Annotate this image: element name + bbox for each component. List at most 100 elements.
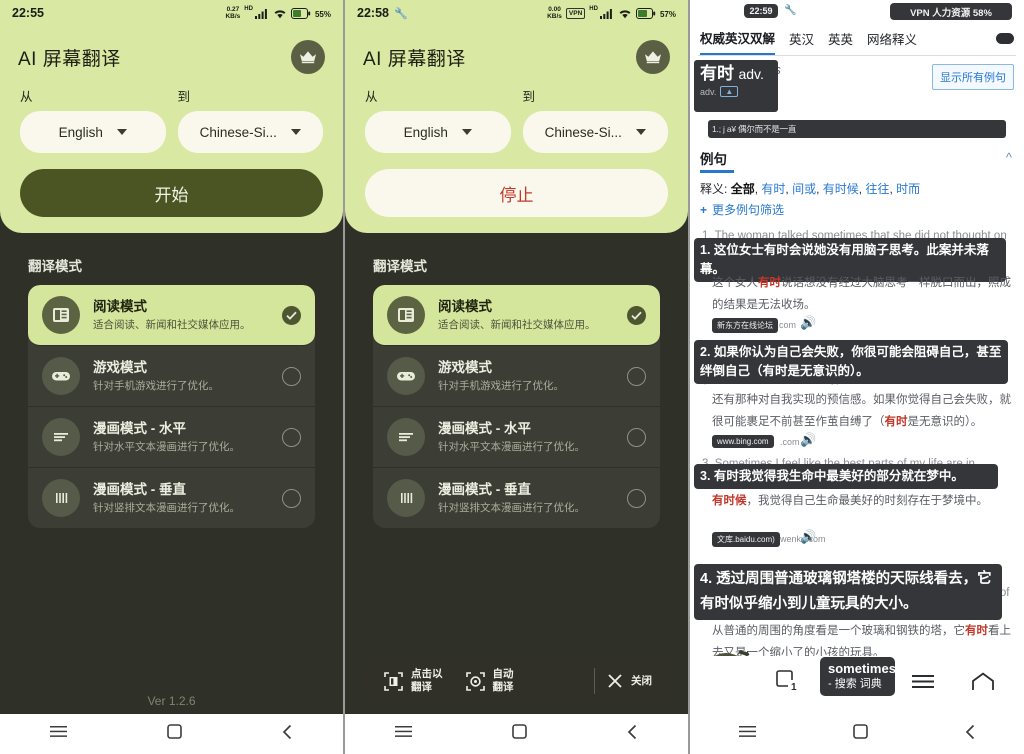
- mode-text: 漫画模式 - 垂直 针对竖排文本漫画进行了优化。: [93, 481, 269, 516]
- square-icon[interactable]: [167, 724, 182, 744]
- chevron-down-icon: [116, 129, 127, 135]
- more-filter-link[interactable]: + 更多例句筛选: [700, 201, 784, 218]
- speaker-icon[interactable]: 🔊: [800, 529, 816, 545]
- auto-translate-button[interactable]: 自动 翻译: [465, 668, 514, 694]
- crown-icon-button[interactable]: [636, 40, 670, 74]
- mode-list-2: 阅读模式 适合阅读、新闻和社交媒体应用。 游戏模式 针对手机游戏进行了优化。 漫…: [373, 285, 660, 528]
- mode-radio-selected[interactable]: [627, 305, 646, 325]
- mode-item-comic-vertical[interactable]: 漫画模式 - 垂直 针对竖排文本漫画进行了优化。: [373, 468, 660, 528]
- mode-radio[interactable]: [627, 427, 646, 447]
- from-language-value: English: [58, 124, 103, 140]
- shiyi-v2[interactable]: 间或: [792, 182, 816, 196]
- from-language-select[interactable]: English: [20, 111, 166, 153]
- mode-item-comic-horizontal[interactable]: 漫画模式 - 水平 针对水平文本漫画进行了优化。: [373, 407, 660, 468]
- mode-radio[interactable]: [282, 427, 301, 447]
- to-language-select[interactable]: Chinese-Si...: [177, 111, 323, 153]
- mode-item-reading[interactable]: 阅读模式 适合阅读、新闻和社交媒体应用。: [28, 285, 315, 346]
- search-overlay[interactable]: sometimes - 搜索 词典: [820, 657, 896, 696]
- mode-desc: 针对竖排文本漫画进行了优化。: [93, 501, 240, 514]
- phone-panel-1: 22:55 0.27 KB/s HD 55% AI 屏幕翻译 从 English…: [0, 0, 343, 754]
- menu-icon[interactable]: [50, 725, 67, 743]
- to-label: 到: [177, 90, 191, 104]
- status-time: 22:55: [12, 6, 44, 20]
- example-translation-overlay: 3. 有时我觉得我生命中最美好的部分就在梦中。: [694, 464, 998, 489]
- mode-item-game[interactable]: 游戏模式 针对手机游戏进行了优化。: [373, 346, 660, 407]
- mode-radio[interactable]: [627, 488, 646, 508]
- start-button[interactable]: 开始: [20, 169, 323, 217]
- chevron-up-icon[interactable]: ^: [1006, 150, 1012, 165]
- article-icon: [42, 296, 80, 334]
- app-title: AI 屏幕翻译: [363, 48, 466, 70]
- to-language-value: Chinese-Si...: [544, 124, 622, 140]
- to-language-select[interactable]: Chinese-Si...: [522, 111, 668, 153]
- shiyi-v4[interactable]: 往往: [865, 182, 889, 196]
- tab-overflow-pill[interactable]: [996, 33, 1014, 44]
- back-icon[interactable]: [965, 724, 976, 745]
- square-icon[interactable]: [512, 724, 527, 744]
- example-translation-overlay: 2. 如果你认为自己会失败，你很可能会阻碍自己，甚至绊倒自己（有时是无意识的）。: [694, 340, 1008, 384]
- mode-text: 阅读模式 适合阅读、新闻和社交媒体应用。: [438, 298, 614, 333]
- shiyi-label: 释义:: [700, 182, 728, 196]
- home-icon[interactable]: [971, 672, 995, 697]
- menu-icon[interactable]: [395, 725, 412, 743]
- headword-sub: adv. ▲: [700, 86, 772, 97]
- search-overlay-title: sometimes: [828, 661, 896, 676]
- mode-text: 漫画模式 - 垂直 针对竖排文本漫画进行了优化。: [438, 481, 614, 516]
- shiyi-v3[interactable]: 有时候: [823, 182, 859, 196]
- mode-radio[interactable]: [627, 366, 646, 386]
- example-translation-overlay: 4. 透过周围普通玻璃钢塔楼的天际线看去，它有时似乎缩小到儿童玩具的大小。: [694, 564, 1002, 620]
- plus-icon: +: [700, 203, 708, 217]
- header-card-1: 22:55 0.27 KB/s HD 55% AI 屏幕翻译 从 English…: [0, 0, 343, 233]
- mode-item-game[interactable]: 游戏模式 针对手机游戏进行了优化。: [28, 346, 315, 407]
- definition-overlay: 1.; j a¥ 偶尔而不是一直: [708, 120, 1006, 138]
- crown-icon: [300, 51, 316, 64]
- floating-capture-bar: 点击以 翻译 自动 翻译 关闭: [361, 658, 672, 704]
- mode-name: 游戏模式: [438, 359, 492, 375]
- horizontal-lines-icon: [42, 418, 80, 456]
- mode-name: 漫画模式 - 水平: [93, 420, 186, 436]
- show-all-examples-button[interactable]: 显示所有例句: [932, 64, 1014, 90]
- headword-overlay-line: 有时 adv.: [700, 63, 772, 84]
- back-icon[interactable]: [282, 724, 293, 745]
- tab-authoritative[interactable]: 权威英汉双解: [700, 28, 776, 55]
- shiyi-all[interactable]: 全部: [731, 182, 755, 196]
- vertical-lines-icon: [42, 479, 80, 517]
- from-label: 从: [20, 90, 33, 104]
- close-button[interactable]: 关闭: [607, 673, 652, 689]
- header-card-2: 22:58 🔧 0.00 KB/s VPN HD 57% AI 屏幕翻译 从 E…: [345, 0, 688, 233]
- mode-desc: 针对水平文本漫画进行了优化。: [438, 440, 585, 453]
- hamburger-icon[interactable]: [912, 674, 934, 693]
- version-label: Ver 1.2.6: [147, 694, 196, 708]
- mode-item-comic-horizontal[interactable]: 漫画模式 - 水平 针对水平文本漫画进行了优化。: [28, 407, 315, 468]
- stop-button[interactable]: 停止: [365, 169, 668, 217]
- back-icon[interactable]: [627, 724, 638, 745]
- mode-radio[interactable]: [282, 366, 301, 386]
- mode-item-reading[interactable]: 阅读模式 适合阅读、新闻和社交媒体应用。: [373, 285, 660, 346]
- android-navbar-3: [690, 714, 1024, 754]
- vpn-badge: VPN: [565, 7, 586, 19]
- speaker-icon[interactable]: 🔊: [800, 315, 816, 331]
- headword-sub-text: adv.: [700, 86, 717, 97]
- shiyi-v5[interactable]: 时而: [896, 182, 920, 196]
- tab-en-en[interactable]: 英英: [828, 29, 853, 54]
- tap-to-translate-button[interactable]: 点击以 翻译: [383, 668, 443, 694]
- horizontal-lines-icon: [387, 418, 425, 456]
- mode-radio[interactable]: [282, 488, 301, 508]
- from-language-select[interactable]: English: [365, 111, 511, 153]
- square-icon[interactable]: [852, 724, 868, 744]
- shiyi-v1[interactable]: 有时: [761, 182, 785, 196]
- tab-en-cn[interactable]: 英汉: [789, 29, 814, 54]
- from-language-value: English: [403, 124, 448, 140]
- speaker-icon[interactable]: 🔊: [800, 432, 816, 448]
- mode-radio-selected[interactable]: [282, 305, 301, 325]
- battery-icon: [635, 7, 656, 19]
- example-source-ghost: .com: [780, 437, 800, 447]
- crown-icon-button[interactable]: [291, 40, 325, 74]
- mode-item-comic-vertical[interactable]: 漫画模式 - 垂直 针对竖排文本漫画进行了优化。: [28, 468, 315, 528]
- mode-desc: 针对手机游戏进行了优化。: [93, 379, 219, 392]
- chevron-up-icon[interactable]: ▲: [720, 86, 739, 97]
- menu-icon[interactable]: [738, 725, 756, 743]
- phone-panel-3: 22:59 22:59 🔧 58 VPN 人力资源 58% 权威英汉双解 英汉 …: [690, 0, 1024, 754]
- language-row-1: 从 English 到 Chinese-Si...: [0, 76, 343, 153]
- tab-web-definition[interactable]: 网络释义: [867, 29, 917, 54]
